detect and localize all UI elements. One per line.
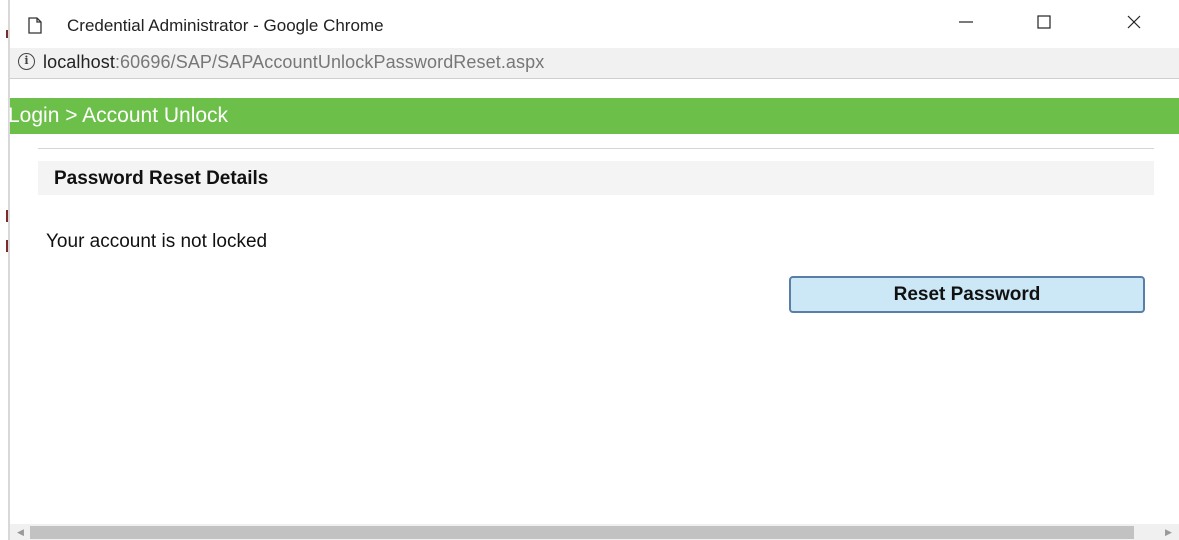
close-icon (1126, 14, 1142, 35)
scroll-right-icon[interactable]: ▶ (1160, 524, 1177, 540)
divider (38, 148, 1154, 149)
edge-mark (6, 240, 8, 252)
section-title: Password Reset Details (54, 168, 269, 189)
close-button[interactable] (1103, 0, 1165, 48)
title-bar[interactable]: Credential Administrator - Google Chrome (10, 0, 1179, 48)
url-path: :60696/SAP/SAPAccountUnlockPasswordReset… (114, 52, 545, 72)
background-window-edge (0, 0, 10, 540)
window-title: Credential Administrator - Google Chrome (67, 16, 384, 35)
browser-window: Credential Administrator - Google Chrome… (8, 0, 1179, 540)
reset-password-button[interactable]: Reset Password (789, 276, 1145, 313)
url-host: localhost (43, 52, 115, 72)
breadcrumb: Login > Account Unlock (8, 104, 229, 127)
minimize-icon (958, 14, 974, 35)
header-bar: Login > Account Unlock (8, 98, 1179, 134)
scrollbar-thumb[interactable] (30, 526, 1134, 539)
status-message: Your account is not locked (46, 231, 268, 252)
url-text[interactable]: localhost:60696/SAP/SAPAccountUnlockPass… (43, 52, 544, 73)
edge-mark (6, 210, 8, 222)
address-bar[interactable]: i localhost:60696/SAP/SAPAccountUnlockPa… (10, 48, 1179, 78)
maximize-button[interactable] (1013, 0, 1075, 48)
info-icon[interactable]: i (18, 53, 35, 70)
section-header: Password Reset Details (38, 161, 1154, 195)
address-bar-divider (10, 78, 1179, 79)
scroll-left-icon[interactable]: ◀ (12, 524, 29, 540)
maximize-icon (1036, 14, 1052, 35)
edge-mark (6, 30, 8, 38)
page-icon (28, 17, 42, 34)
minimize-button[interactable] (935, 0, 997, 48)
horizontal-scrollbar[interactable]: ◀ ▶ (10, 524, 1179, 540)
